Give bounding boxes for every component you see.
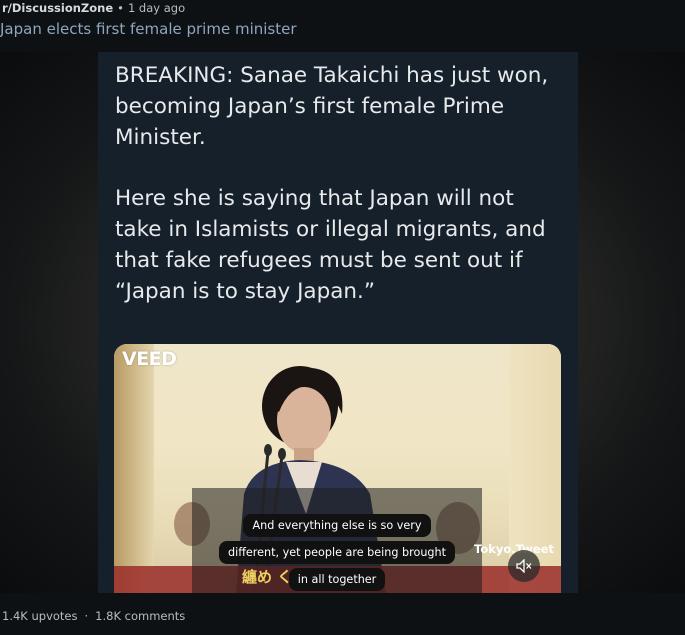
mute-button[interactable]: [508, 550, 540, 582]
speaker-muted-icon: [516, 558, 532, 574]
meta-separator: •: [117, 1, 124, 15]
subreddit-link[interactable]: r/DiscussionZone: [2, 1, 113, 15]
post-title[interactable]: Japan elects first female prime minister: [0, 19, 297, 39]
post-footer: 1.4K upvotes · 1.8K comments: [0, 593, 685, 635]
tweet-paragraph-2: Here she is saying that Japan will not t…: [115, 186, 546, 304]
comment-count[interactable]: 1.8K comments: [95, 609, 185, 623]
caption-line-3: in all together: [288, 568, 386, 591]
stats-separator: ·: [84, 609, 89, 623]
post-time: 1 day ago: [127, 1, 186, 15]
post-header: r/DiscussionZone • 1 day ago Japan elects …: [0, 0, 685, 52]
post-meta: r/DiscussionZone • 1 day ago: [2, 1, 185, 15]
video-frame[interactable]: 纏め くと And everything else is so very dif…: [114, 344, 561, 593]
post-stats: 1.4K upvotes · 1.8K comments: [2, 609, 185, 623]
tweet-screenshot: BREAKING: Sanae Takaichi has just won, b…: [98, 52, 578, 593]
caption-line-1: And everything else is so very: [243, 514, 431, 537]
caption-line-2: different, yet people are being brought: [218, 541, 455, 564]
post-media[interactable]: BREAKING: Sanae Takaichi has just won, b…: [0, 52, 685, 593]
tweet-text: BREAKING: Sanae Takaichi has just won, b…: [115, 60, 565, 337]
veed-logo: VEED: [122, 348, 177, 370]
tweet-paragraph-1: BREAKING: Sanae Takaichi has just won, b…: [115, 63, 549, 150]
upvote-count[interactable]: 1.4K upvotes: [2, 609, 78, 623]
video-caption: And everything else is so very different…: [209, 512, 465, 593]
